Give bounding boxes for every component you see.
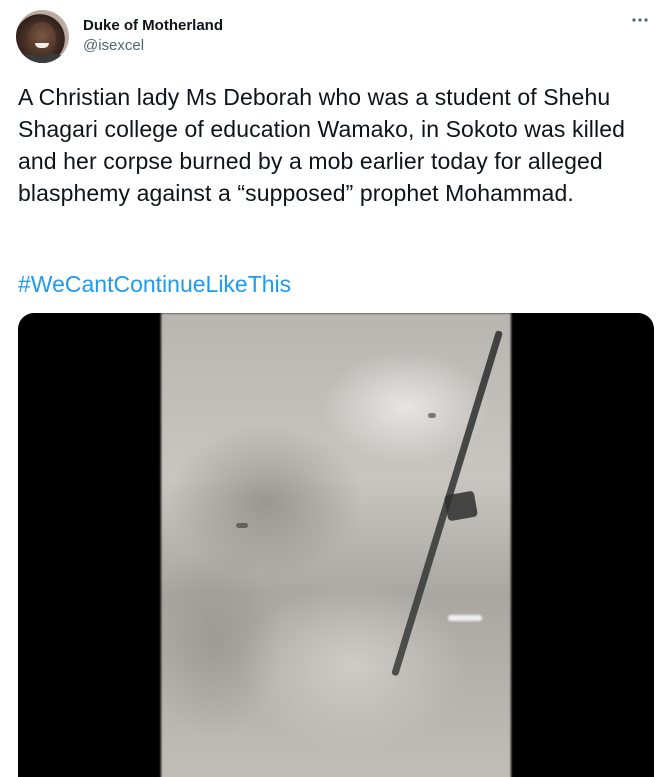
video-glare (448, 615, 482, 621)
avatar-face (28, 21, 56, 56)
avatar-smile (35, 42, 49, 48)
tweet-card: Duke of Motherland @isexcel A Christian … (0, 0, 668, 777)
video-stick-tip (443, 490, 479, 522)
author-display-name[interactable]: Duke of Motherland (83, 16, 223, 36)
hashtag-link[interactable]: #WeCantContinueLikeThis (18, 268, 291, 300)
more-options-button[interactable] (630, 10, 650, 30)
video-speck (236, 523, 248, 528)
avatar[interactable] (16, 9, 69, 63)
author-handle[interactable]: @isexcel (83, 36, 223, 56)
tweet-video[interactable] (18, 313, 654, 777)
video-frame (161, 313, 511, 777)
tweet-text: A Christian lady Ms Deborah who was a st… (18, 84, 626, 206)
video-speck (428, 413, 436, 418)
author-names: Duke of Motherland @isexcel (83, 16, 223, 56)
more-options-icon (632, 18, 648, 22)
tweet-header: Duke of Motherland @isexcel (16, 8, 223, 64)
